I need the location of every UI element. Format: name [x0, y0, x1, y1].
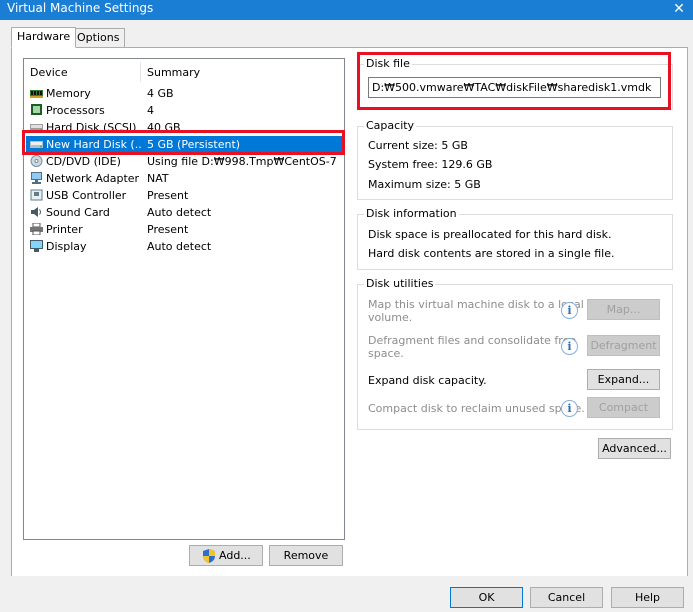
device-name: Printer — [46, 223, 83, 236]
column-divider[interactable] — [140, 62, 141, 82]
device-name: Display — [46, 240, 87, 253]
info-icon: i — [561, 400, 578, 417]
device-summary: Present — [147, 189, 189, 202]
processor-icon — [31, 104, 42, 115]
remove-button[interactable]: Remove — [269, 545, 343, 566]
device-name: USB Controller — [46, 189, 127, 202]
sound-card-icon — [31, 207, 41, 217]
defragment-description-1: Defragment files and consolidate free — [368, 334, 577, 347]
device-row-sound-card[interactable]: Sound Card Auto detect — [26, 204, 342, 221]
device-summary: Auto detect — [147, 206, 212, 219]
maximum-size-label: Maximum size: 5 GB — [368, 178, 481, 191]
defragment-button[interactable]: Defragment — [587, 335, 660, 356]
add-button-label: Add... — [219, 549, 251, 562]
column-header-summary[interactable]: Summary — [147, 66, 200, 79]
ok-button[interactable]: OK — [450, 587, 523, 608]
disk-information-group: Disk information — [357, 207, 673, 270]
system-free-label: System free: 129.6 GB — [368, 158, 493, 171]
memory-icon — [30, 90, 43, 98]
expand-description: Expand disk capacity. — [368, 374, 487, 387]
device-name: Sound Card — [46, 206, 110, 219]
defragment-description-2: space. — [368, 347, 404, 360]
device-row-display[interactable]: Display Auto detect — [26, 238, 342, 255]
add-button[interactable]: Add... — [189, 545, 263, 566]
cancel-button[interactable]: Cancel — [530, 587, 603, 608]
column-header-device[interactable]: Device — [30, 66, 68, 79]
advanced-button[interactable]: Advanced... — [598, 438, 671, 459]
device-name: Network Adapter — [46, 172, 140, 185]
current-size-label: Current size: 5 GB — [368, 139, 468, 152]
help-button[interactable]: Help — [611, 587, 684, 608]
disk-utilities-legend: Disk utilities — [364, 277, 436, 290]
device-name: Memory — [46, 87, 91, 100]
info-icon: i — [561, 302, 578, 319]
cd-dvd-icon — [30, 155, 43, 167]
device-row-usb-controller[interactable]: USB Controller Present — [26, 187, 342, 204]
device-row-cd-dvd[interactable]: CD/DVD (IDE) Using file D:₩998.Tmp₩CentO… — [26, 153, 342, 170]
map-button[interactable]: Map... — [587, 299, 660, 320]
device-summary: 4 GB — [147, 87, 174, 100]
close-icon[interactable]: ✕ — [671, 0, 687, 18]
network-adapter-icon — [31, 172, 42, 184]
device-name: CD/DVD (IDE) — [46, 155, 121, 168]
window-title: Virtual Machine Settings — [7, 1, 154, 15]
device-row-printer[interactable]: Printer Present — [26, 221, 342, 238]
highlight-box — [22, 130, 345, 155]
disk-info-line-2: Hard disk contents are stored in a singl… — [368, 247, 615, 260]
shield-icon — [203, 549, 215, 563]
device-row-processors[interactable]: Processors 4 — [26, 102, 342, 119]
map-description-1: Map this virtual machine disk to a local — [368, 298, 584, 311]
map-description-2: volume. — [368, 311, 413, 324]
tab-options[interactable]: Options — [71, 28, 126, 48]
device-summary: Using file D:₩998.Tmp₩CentOS-7-... — [147, 155, 337, 168]
device-summary: 4 — [147, 104, 154, 117]
printer-icon — [30, 223, 43, 235]
expand-button[interactable]: Expand... — [587, 369, 660, 390]
device-summary: NAT — [147, 172, 169, 185]
tab-hardware[interactable]: Hardware — [11, 27, 77, 48]
display-icon — [30, 240, 43, 252]
device-row-network-adapter[interactable]: Network Adapter NAT — [26, 170, 342, 187]
device-row-memory[interactable]: Memory 4 GB — [26, 85, 342, 102]
info-icon: i — [561, 338, 578, 355]
capacity-legend: Capacity — [364, 119, 417, 132]
device-name: Processors — [46, 104, 105, 117]
usb-icon — [30, 189, 43, 201]
compact-description: Compact disk to reclaim unused space. — [368, 402, 585, 415]
disk-information-legend: Disk information — [364, 207, 459, 220]
disk-info-line-1: Disk space is preallocated for this hard… — [368, 228, 612, 241]
device-summary: Present — [147, 223, 189, 236]
compact-button[interactable]: Compact — [587, 397, 660, 418]
title-bar: Virtual Machine Settings ✕ — [0, 0, 693, 20]
highlight-box — [357, 52, 671, 110]
device-summary: Auto detect — [147, 240, 212, 253]
